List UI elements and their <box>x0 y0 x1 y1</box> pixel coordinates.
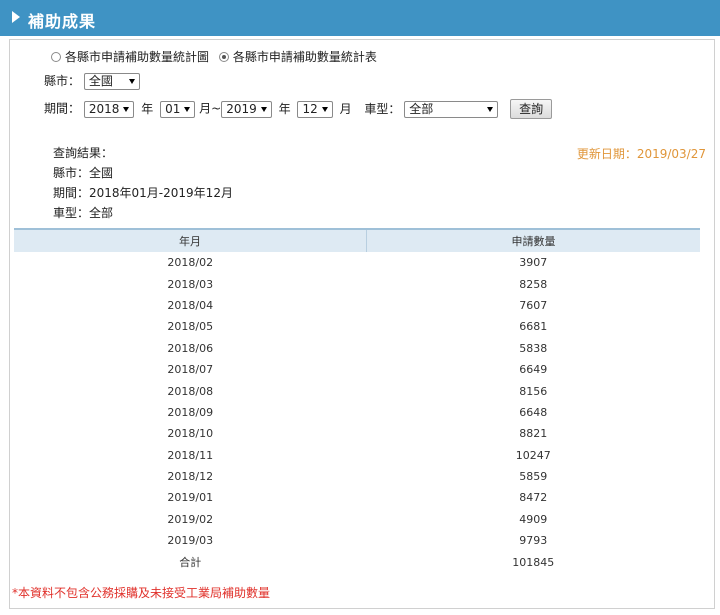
radio-chart-view[interactable]: 各縣市申請補助數量統計圖 <box>51 48 209 65</box>
update-date: 更新日期：2019/03/27 <box>576 147 706 161</box>
table-row: 2019/03 9793 <box>14 530 700 551</box>
count-cell: 6681 <box>519 320 548 334</box>
month-unit-label: 月 <box>339 101 352 116</box>
month-cell: 2018/04 <box>167 298 214 312</box>
county-select-value: 全國 <box>88 74 113 88</box>
month-cell: 2019/01 <box>167 491 214 505</box>
month-cell: 2018/05 <box>167 320 214 334</box>
count-cell: 9793 <box>519 534 548 548</box>
radio-chart-label: 各縣市申請補助數量統計圖 <box>65 50 210 64</box>
table-row: 2018/02 3907 <box>14 252 700 273</box>
count-cell: 8156 <box>519 384 548 398</box>
month-cell: 2018/12 <box>167 470 214 484</box>
end-month-value: 12 <box>302 101 318 116</box>
start-month-select[interactable]: 01 <box>160 100 196 118</box>
start-month-value: 01 <box>165 101 181 116</box>
radio-chart-icon[interactable] <box>51 51 61 62</box>
radio-table-view[interactable]: 各縣市申請補助數量統計表 <box>218 48 377 65</box>
chevron-down-icon <box>184 106 191 112</box>
count-cell: 4909 <box>519 512 548 526</box>
result-county: 縣市：全國 <box>53 166 114 180</box>
count-cell: 5859 <box>519 470 548 484</box>
table-row: 2018/03 8258 <box>14 273 700 294</box>
month-cell: 2018/07 <box>167 363 214 377</box>
radio-table-icon[interactable] <box>218 51 229 62</box>
county-label: 縣市： <box>44 74 81 88</box>
view-toggle: 各縣市申請補助數量統計圖 各縣市申請補助數量統計表 <box>51 48 383 65</box>
count-cell: 5838 <box>519 341 548 355</box>
month-cell: 2018/06 <box>167 341 214 355</box>
table-row: 2018/08 8156 <box>14 380 700 401</box>
year-unit-label-2: 年 <box>278 101 291 116</box>
month-cell: 2018/10 <box>167 427 214 441</box>
triangle-right-icon <box>12 11 20 23</box>
end-year-select[interactable]: 2019 <box>221 100 272 118</box>
month-cell: 2018/03 <box>167 277 214 291</box>
year-unit-label: 年 <box>141 101 154 116</box>
chevron-down-icon <box>128 79 135 84</box>
total-value-cell: 101845 <box>512 555 555 569</box>
month-cell: 2019/02 <box>167 512 214 526</box>
table-header-row: 年月 申請數量 <box>14 228 700 252</box>
chevron-down-icon <box>321 106 328 112</box>
footnote: *本資料不包含公務採購及未接受工業局補助數量 <box>12 586 271 600</box>
count-cell: 3907 <box>519 256 548 270</box>
count-cell: 10247 <box>515 448 551 462</box>
table-row: 2019/01 8472 <box>14 487 700 508</box>
end-month-select[interactable]: 12 <box>297 100 333 118</box>
table-row: 2018/04 7607 <box>14 295 700 316</box>
vehicle-select-value: 全部 <box>409 101 434 116</box>
radio-table-label: 各縣市申請補助數量統計表 <box>232 50 377 64</box>
table-row: 2018/10 8821 <box>14 423 700 444</box>
content-panel: 各縣市申請補助數量統計圖 各縣市申請補助數量統計表 縣市： 全國 期間： 201… <box>9 39 715 609</box>
count-cell: 8258 <box>519 277 548 291</box>
section-header: 補助成果 <box>0 0 720 36</box>
column-header-month: 年月 <box>14 228 367 252</box>
county-filter: 縣市： 全國 <box>44 72 140 90</box>
month-tilde-label: 月~ <box>199 101 222 116</box>
result-vehicle: 車型：全部 <box>53 206 114 220</box>
table-row: 2018/12 5859 <box>14 466 700 487</box>
count-cell: 6648 <box>519 405 548 419</box>
total-label-cell: 合計 <box>179 556 202 570</box>
section-title: 補助成果 <box>28 12 97 31</box>
table-row: 2018/06 5838 <box>14 338 700 359</box>
result-period: 期間：2018年01月-2019年12月 <box>53 186 233 200</box>
table-row: 2018/09 6648 <box>14 402 700 423</box>
count-cell: 6649 <box>519 363 548 377</box>
start-year-select[interactable]: 2018 <box>83 100 135 118</box>
count-cell: 8821 <box>519 427 548 441</box>
chevron-down-icon <box>260 106 267 112</box>
start-year-value: 2018 <box>88 101 120 116</box>
chevron-down-icon <box>487 106 494 112</box>
vehicle-label: 車型： <box>364 101 401 116</box>
vehicle-select[interactable]: 全部 <box>404 100 499 118</box>
month-cell: 2018/08 <box>167 384 214 398</box>
month-cell: 2018/09 <box>167 405 214 419</box>
table-row: 2018/05 6681 <box>14 316 700 337</box>
query-button[interactable]: 查詢 <box>510 99 553 119</box>
table-row: 2019/02 4909 <box>14 509 700 530</box>
count-cell: 7607 <box>519 298 548 312</box>
county-select[interactable]: 全國 <box>83 73 140 90</box>
month-cell: 2018/02 <box>167 256 214 270</box>
month-cell: 2019/03 <box>167 534 214 548</box>
month-cell: 2018/11 <box>167 448 214 462</box>
column-header-count: 申請數量 <box>366 228 700 252</box>
period-filter: 期間： 2018 年 01 月~ 2019 年 12 月 車型： 全部 查詢 <box>44 99 553 119</box>
count-cell: 8472 <box>519 491 548 505</box>
table-row: 2018/11 10247 <box>14 445 700 466</box>
results-table: 年月 申請數量 2018/02 3907 2018/03 8258 2018/04 760… <box>14 228 700 573</box>
table-row: 2018/07 6649 <box>14 359 700 380</box>
table-body: 2018/02 3907 2018/03 8258 2018/04 7607 2018/05… <box>14 252 700 573</box>
chevron-down-icon <box>123 106 130 112</box>
period-label: 期間： <box>44 101 81 116</box>
result-heading: 查詢結果： <box>53 146 114 160</box>
end-year-value: 2019 <box>226 101 257 116</box>
table-total-row: 合計 101845 <box>14 551 700 572</box>
